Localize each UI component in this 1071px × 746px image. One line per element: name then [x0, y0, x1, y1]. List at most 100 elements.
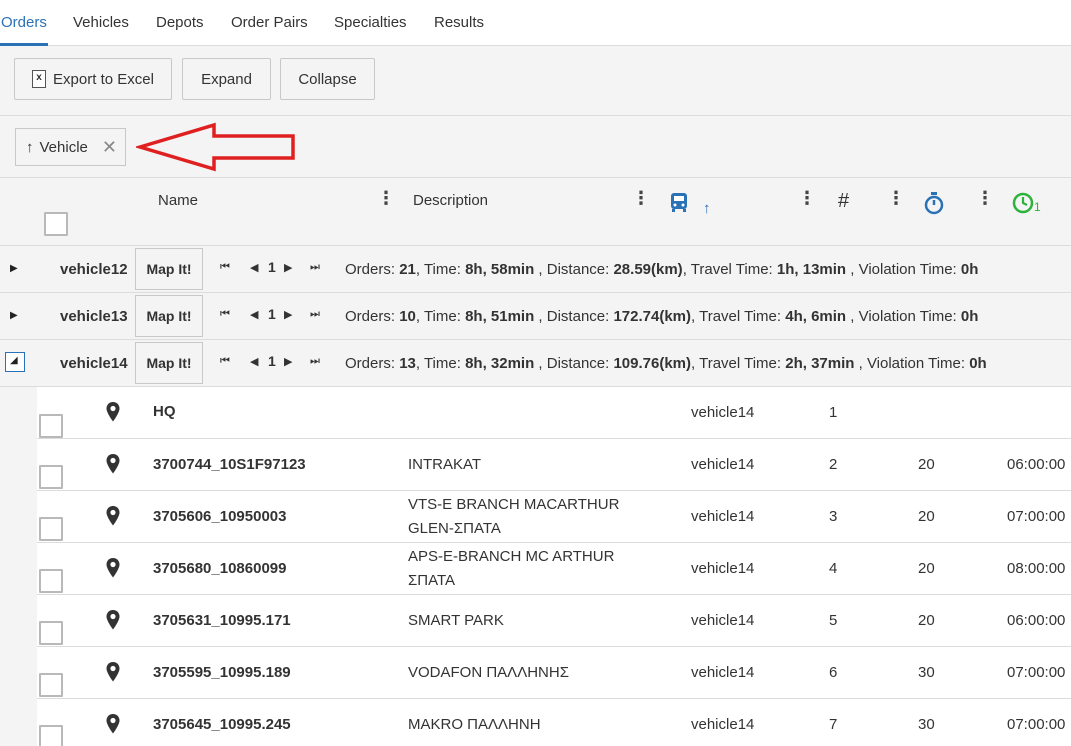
collapse-toggle[interactable]: ◢: [5, 352, 25, 372]
annotation-arrow-icon: [136, 122, 295, 172]
order-duration: 30: [918, 716, 935, 733]
map-pin-icon[interactable]: [105, 453, 121, 475]
expand-button[interactable]: Expand: [182, 58, 271, 100]
first-page-icon[interactable]: ⏮: [220, 355, 230, 368]
order-description-line2: GLEN-ΣΠΑΤΑ: [408, 520, 501, 537]
description-column-menu-icon[interactable]: ⋮: [632, 189, 650, 207]
row-checkbox[interactable]: [39, 621, 63, 645]
order-time: 06:00:00: [1007, 456, 1066, 473]
map-it-button[interactable]: Map It!: [135, 248, 203, 290]
tab-order-pairs[interactable]: Order Pairs: [231, 14, 308, 31]
map-pin-icon[interactable]: [105, 557, 121, 579]
row-checkbox[interactable]: [39, 465, 63, 489]
tab-specialties[interactable]: Specialties: [334, 14, 407, 31]
summary-travel: 2h, 37min: [785, 355, 855, 372]
column-header-description[interactable]: Description: [413, 192, 488, 209]
group-row-vehicle12: ▶ vehicle12 Map It! ⏮ ◀ 1 ▶ ⏭ Orders: 21…: [0, 246, 1071, 293]
group-chip-vehicle[interactable]: ↑ Vehicle ✕: [15, 128, 126, 166]
row-checkbox[interactable]: [39, 725, 63, 746]
vehicle-bus-icon[interactable]: [670, 192, 688, 214]
clock-icon[interactable]: [1012, 192, 1034, 214]
row-checkbox[interactable]: [39, 673, 63, 697]
summary-label-time: , Time:: [415, 261, 466, 278]
export-to-excel-button[interactable]: x Export to Excel: [14, 58, 172, 100]
remove-group-icon[interactable]: ✕: [102, 137, 117, 158]
map-it-button[interactable]: Map It!: [135, 295, 203, 337]
group-vehicle-name: vehicle12: [60, 261, 128, 278]
order-sequence: 5: [829, 612, 838, 629]
table-row[interactable]: 3705606_10950003 VTS-E BRANCH MACARTHUR …: [37, 491, 1071, 543]
tab-results[interactable]: Results: [434, 14, 484, 31]
order-name: 3705631_10995.171: [153, 612, 291, 629]
order-vehicle: vehicle14: [691, 560, 755, 577]
collapse-button[interactable]: Collapse: [280, 58, 375, 100]
table-row[interactable]: 3705631_10995.171 SMART PARK vehicle14 5…: [37, 595, 1071, 647]
summary-orders: 10: [399, 308, 416, 325]
tab-depots[interactable]: Depots: [156, 14, 204, 31]
order-duration: 20: [918, 456, 935, 473]
expand-triangle-icon[interactable]: ▶: [10, 310, 18, 321]
summary-label-time: , Time:: [415, 308, 466, 325]
prev-page-icon[interactable]: ◀: [250, 261, 258, 274]
select-all-checkbox[interactable]: [44, 212, 68, 236]
map-pin-icon[interactable]: [105, 713, 121, 735]
summary-label-travel: , Travel Time:: [691, 355, 786, 372]
tab-vehicles[interactable]: Vehicles: [73, 14, 129, 31]
sequence-column-menu-icon[interactable]: ⋮: [887, 189, 905, 207]
summary-time: 8h, 58min: [465, 261, 535, 278]
order-description-line1: VTS-E BRANCH MACARTHUR: [408, 496, 620, 513]
next-page-icon[interactable]: ▶: [284, 308, 292, 321]
last-page-icon[interactable]: ⏭: [310, 308, 320, 321]
summary-distance: 109.76(km): [613, 355, 692, 372]
order-description: MAKRO ΠΑΛΛΗΝΗ: [408, 716, 541, 733]
map-pin-icon[interactable]: [105, 609, 121, 631]
last-page-icon[interactable]: ⏭: [310, 355, 320, 368]
grid-toolbar: x Export to Excel Expand Collapse: [0, 46, 1071, 116]
table-row[interactable]: 3705595_10995.189 VODAFON ΠΑΛΛΗΝΗΣ vehic…: [37, 647, 1071, 699]
tab-strip: Orders Vehicles Depots Order Pairs Speci…: [0, 0, 1071, 46]
vehicle-column-menu-icon[interactable]: ⋮: [798, 189, 816, 207]
prev-page-icon[interactable]: ◀: [250, 355, 258, 368]
summary-label-time: , Time:: [415, 355, 466, 372]
summary-time: 8h, 32min: [465, 355, 535, 372]
order-vehicle: vehicle14: [691, 612, 755, 629]
next-page-icon[interactable]: ▶: [284, 355, 292, 368]
map-pin-icon[interactable]: [105, 505, 121, 527]
last-page-icon[interactable]: ⏭: [310, 261, 320, 274]
order-description: VODAFON ΠΑΛΛΗΝΗΣ: [408, 664, 569, 681]
row-checkbox[interactable]: [39, 414, 63, 438]
column-header-name[interactable]: Name: [158, 192, 198, 209]
first-page-icon[interactable]: ⏮: [220, 308, 230, 321]
order-name: 3705645_10995.245: [153, 716, 291, 733]
first-page-icon[interactable]: ⏮: [220, 261, 230, 274]
row-checkbox[interactable]: [39, 569, 63, 593]
map-pin-icon[interactable]: [105, 661, 121, 683]
order-vehicle: vehicle14: [691, 716, 755, 733]
duration-column-menu-icon[interactable]: ⋮: [976, 189, 994, 207]
order-sequence: 6: [829, 664, 838, 681]
table-row[interactable]: HQ vehicle14 1: [37, 387, 1071, 439]
map-it-button[interactable]: Map It!: [135, 342, 203, 384]
table-row[interactable]: 3705680_10860099 APS-E-BRANCH MC ARTHUR …: [37, 543, 1071, 595]
name-column-menu-icon[interactable]: ⋮: [377, 189, 395, 207]
order-name: 3705595_10995.189: [153, 664, 291, 681]
summary-travel: 4h, 6min: [785, 308, 847, 325]
next-page-icon[interactable]: ▶: [284, 261, 292, 274]
summary-label-violation: , Violation Time:: [846, 308, 961, 325]
order-description: INTRAKAT: [408, 456, 482, 473]
table-row[interactable]: 3700744_10S1F97123 INTRAKAT vehicle14 2 …: [37, 439, 1071, 491]
map-pin-icon[interactable]: [105, 401, 121, 423]
expand-triangle-icon[interactable]: ▶: [10, 263, 18, 274]
summary-violation: 0h: [960, 261, 979, 278]
order-vehicle: vehicle14: [691, 404, 755, 421]
summary-distance: 172.74(km): [613, 308, 692, 325]
order-name: 3700744_10S1F97123: [153, 456, 306, 473]
summary-label-violation: , Violation Time:: [854, 355, 970, 372]
row-checkbox[interactable]: [39, 517, 63, 541]
tab-orders[interactable]: Orders: [1, 14, 47, 31]
prev-page-icon[interactable]: ◀: [250, 308, 258, 321]
sequence-column-header[interactable]: #: [838, 190, 849, 213]
stopwatch-icon[interactable]: [923, 191, 945, 215]
time-column-menu-icon[interactable]: ⋮: [1065, 189, 1071, 207]
table-row[interactable]: 3705645_10995.245 MAKRO ΠΑΛΛΗΝΗ vehicle1…: [37, 699, 1071, 746]
